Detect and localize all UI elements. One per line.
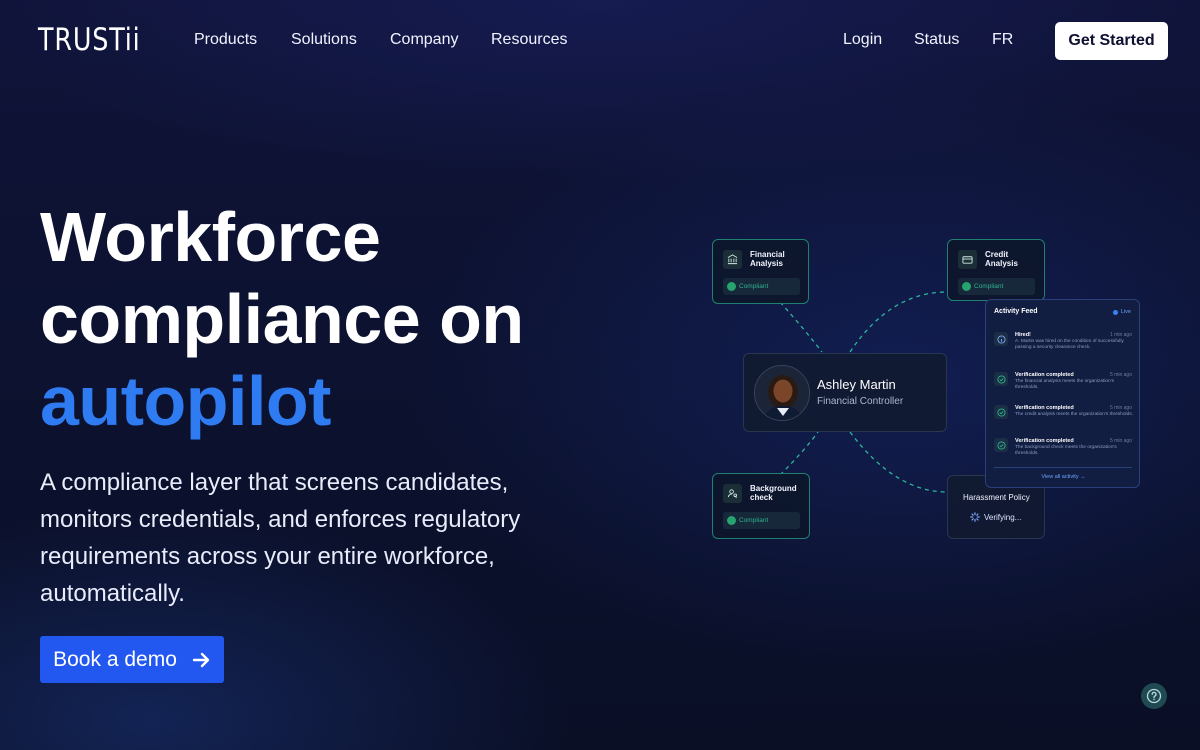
check-circle-icon — [994, 405, 1008, 419]
credit-card-icon — [958, 250, 977, 269]
spinner-icon — [970, 512, 980, 522]
compliant-badge: Compliant — [723, 512, 800, 529]
feed-item-body: A. Martin was hired on the condition of … — [1015, 339, 1124, 351]
nav-solutions[interactable]: Solutions — [291, 31, 357, 49]
hero-subtitle: A compliance layer that screens candidat… — [40, 469, 521, 607]
background-check-card: Background check Compliant — [712, 473, 810, 539]
feed-item-time: 5 min ago — [1110, 372, 1132, 378]
feed-item: Verification completed 5 min ago The cre… — [994, 405, 1133, 433]
status-text: Compliant — [974, 283, 1004, 290]
card-label: Credit Analysis — [985, 250, 1018, 268]
feed-item: Verification completed 5 min ago The fin… — [994, 372, 1132, 400]
live-label: Live — [1120, 309, 1131, 315]
feed-item-time: 5 min ago — [1110, 438, 1132, 444]
nav-products[interactable]: Products — [194, 31, 257, 49]
status-text: Compliant — [739, 283, 769, 290]
language-toggle[interactable]: FR — [992, 31, 1013, 49]
check-icon — [727, 282, 736, 291]
nav-login[interactable]: Login — [843, 31, 882, 49]
compliant-badge: Compliant — [958, 278, 1035, 295]
live-indicator: Live — [1112, 309, 1131, 315]
feed-item-body: The background check meets the organizat… — [1015, 445, 1117, 457]
hero-title-line-2: compliance on — [40, 280, 524, 358]
top-navigation: TRUSTii Products Solutions Company Resou… — [0, 0, 1200, 82]
nav-company[interactable]: Company — [390, 31, 458, 49]
card-label: Background check — [750, 484, 797, 502]
nav-resources[interactable]: Resources — [491, 31, 567, 49]
policy-title: Harassment Policy — [963, 493, 1030, 502]
person-search-icon — [723, 484, 742, 503]
help-button[interactable] — [1141, 683, 1167, 709]
employee-name: Ashley Martin — [817, 377, 896, 392]
feed-item: Verification completed 5 min ago The bac… — [994, 438, 1132, 466]
hero-title-accent: autopilot — [40, 362, 331, 440]
avatar — [754, 365, 810, 421]
logo[interactable]: TRUSTii — [38, 22, 141, 58]
policy-status-text: Verifying... — [984, 512, 1022, 522]
feed-item-title: Verification completed — [1015, 405, 1074, 411]
question-icon — [1146, 688, 1162, 704]
feed-item: Hired! 1 min ago A. Martin was hired on … — [994, 332, 1132, 362]
live-dot-icon — [1112, 309, 1118, 315]
credit-analysis-card: Credit Analysis Compliant — [947, 239, 1045, 301]
feed-item-body: The financial analysis meets the organiz… — [1015, 379, 1115, 391]
feed-item-title: Verification completed — [1015, 372, 1074, 378]
feed-item-body: The credit analysis meets the organizati… — [1015, 412, 1133, 417]
feed-item-title: Hired! — [1015, 332, 1031, 338]
book-demo-button[interactable]: Book a demo — [40, 636, 224, 683]
book-demo-label: Book a demo — [53, 647, 177, 671]
feed-divider — [994, 467, 1132, 468]
status-text: Compliant — [739, 517, 769, 524]
check-icon — [962, 282, 971, 291]
bank-icon — [723, 250, 742, 269]
hero-title: Workforce compliance on autopilot — [40, 196, 524, 442]
activity-feed-panel: Activity Feed Live Hired! 1 min ago A. M… — [985, 299, 1140, 488]
compliant-badge: Compliant — [723, 278, 800, 295]
get-started-button[interactable]: Get Started — [1055, 22, 1168, 60]
employee-role: Financial Controller — [817, 396, 904, 407]
check-circle-icon — [994, 372, 1008, 386]
feed-title: Activity Feed — [994, 308, 1038, 315]
employee-profile-card: Ashley Martin Financial Controller — [743, 353, 947, 432]
view-all-activity-link[interactable]: View all activity → — [986, 474, 1141, 480]
feed-item-title: Verification completed — [1015, 438, 1074, 444]
feed-item-time: 1 min ago — [1110, 332, 1132, 338]
financial-analysis-card: Financial Analysis Compliant — [712, 239, 809, 304]
hero-title-line-1: Workforce — [40, 198, 381, 276]
check-circle-icon — [994, 438, 1008, 452]
feed-item-time: 5 min ago — [1110, 405, 1132, 411]
arrow-right-icon — [192, 652, 210, 667]
nav-status[interactable]: Status — [914, 31, 959, 49]
check-icon — [727, 516, 736, 525]
policy-status: Verifying... — [970, 512, 1021, 522]
card-label: Financial Analysis — [750, 250, 785, 268]
info-icon — [994, 332, 1008, 346]
